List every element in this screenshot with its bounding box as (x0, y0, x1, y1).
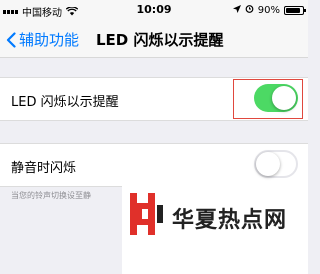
watermark-logo-icon (130, 193, 163, 235)
watermark: 华夏热点网 (122, 185, 308, 274)
led-flash-row: LED 闪烁以示提醒 (0, 77, 308, 121)
back-label: 辅助功能 (19, 31, 80, 49)
watermark-text: 华夏热点网 (172, 208, 288, 233)
toggle-knob (256, 152, 280, 176)
back-button[interactable]: 辅助功能 (6, 29, 79, 50)
battery-icon (284, 5, 306, 15)
chevron-left-icon (6, 31, 16, 48)
flash-on-silent-toggle[interactable] (254, 150, 298, 178)
navigation-bar: 辅助功能 LED 闪烁以示提醒 (0, 20, 308, 58)
status-right: 90% (232, 4, 306, 16)
footer-note: 当您的铃声切换设至静 (11, 191, 91, 200)
flash-on-silent-row: 静音时闪烁 (0, 143, 308, 187)
location-icon (232, 4, 241, 16)
battery-fill (286, 7, 301, 13)
alarm-icon (245, 4, 254, 16)
toggle-knob (272, 86, 296, 110)
flash-on-silent-label: 静音时闪烁 (11, 161, 77, 176)
status-bar: 中国移动 10:09 90% (0, 0, 308, 20)
led-flash-toggle[interactable] (254, 84, 298, 112)
battery-percent: 90% (257, 4, 280, 16)
led-flash-label: LED 闪烁以示提醒 (11, 95, 119, 110)
page-title: LED 闪烁以示提醒 (96, 31, 224, 49)
